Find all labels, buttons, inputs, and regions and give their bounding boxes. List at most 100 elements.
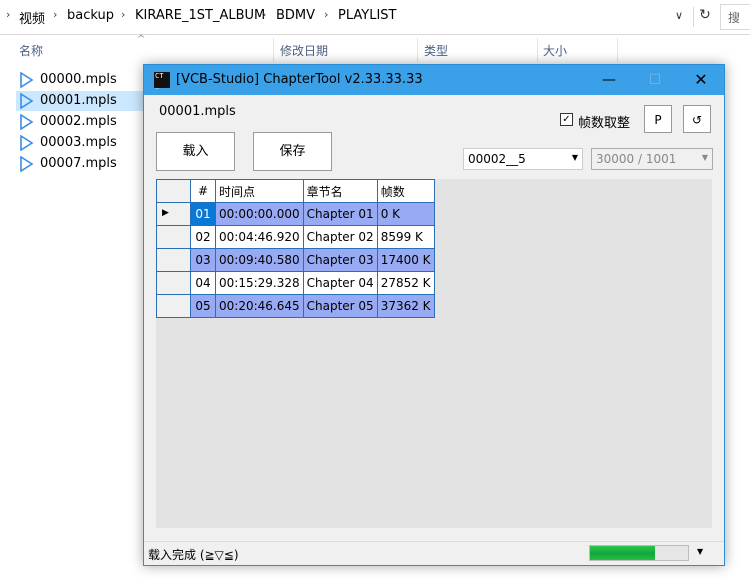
title-bar[interactable]: CT _ [VCB-Studio] ChapterTool v2.33.33.33… xyxy=(144,65,724,95)
breadcrumb-item[interactable]: backup xyxy=(67,8,114,23)
row-header-corner xyxy=(156,179,191,203)
breadcrumb-chevron-icon[interactable]: › xyxy=(53,8,57,21)
chevron-down-icon: ▼ xyxy=(571,153,578,162)
close-button[interactable]: ✕ xyxy=(678,65,724,95)
breadcrumb-item[interactable]: KIRARE_1ST_ALBUM xyxy=(135,8,265,23)
search-placeholder: 搜 xyxy=(728,11,741,25)
cell-index[interactable]: 02 xyxy=(190,225,216,249)
table-row[interactable]: 05 00:20:46.645 Chapter 05 37362 K xyxy=(156,294,435,318)
cell-time[interactable]: 00:15:29.328 xyxy=(215,271,304,295)
load-button[interactable]: 载入 xyxy=(156,132,235,171)
cell-chapter-name[interactable]: Chapter 02 xyxy=(302,225,378,249)
cell-chapter-name[interactable]: Chapter 05 xyxy=(302,294,378,318)
column-header-modified[interactable]: 修改日期 xyxy=(280,42,328,59)
status-text: 载入完成 (≧▽≦) xyxy=(148,548,239,562)
column-divider[interactable] xyxy=(617,38,618,62)
refresh-button[interactable]: ↺ xyxy=(683,105,711,133)
cell-time[interactable]: 00:00:00.000 xyxy=(215,202,304,226)
playlist-select[interactable]: 00002__5 ▼ xyxy=(463,148,583,170)
chevron-down-icon: ▼ xyxy=(701,153,708,162)
breadcrumb-chevron-icon[interactable]: › xyxy=(324,8,328,21)
cell-index[interactable]: 03 xyxy=(190,248,216,272)
app-icon: CT _ xyxy=(154,72,170,89)
cell-frames[interactable]: 8599 K xyxy=(376,225,435,249)
cell-chapter-name[interactable]: Chapter 03 xyxy=(302,248,378,272)
play-file-icon xyxy=(20,135,34,151)
cell-index[interactable]: 04 xyxy=(190,271,216,295)
app-icon-label: CT xyxy=(155,72,164,80)
framerate-select[interactable]: 30000 / 1001 ▼ xyxy=(591,148,713,170)
frame-round-checkbox[interactable]: ✓ 帧数取整 xyxy=(560,112,650,131)
loaded-file-label: 00001.mpls xyxy=(159,104,236,119)
play-file-icon xyxy=(20,72,34,88)
p-button[interactable]: P xyxy=(644,105,672,133)
cell-time[interactable]: 00:04:46.920 xyxy=(215,225,304,249)
table-header-row: # 时间点 章节名 帧数 xyxy=(156,179,435,203)
status-dropdown-icon[interactable]: ▼ xyxy=(697,547,703,556)
cell-chapter-name[interactable]: Chapter 04 xyxy=(302,271,378,295)
progress-bar-fill xyxy=(590,546,655,560)
cell-frames[interactable]: 27852 K xyxy=(376,271,435,295)
file-item-selected[interactable]: 00001.mpls xyxy=(16,91,144,111)
column-header-frames[interactable]: 帧数 xyxy=(376,179,435,203)
row-header[interactable] xyxy=(156,248,191,272)
cell-time[interactable]: 00:09:40.580 xyxy=(215,248,304,272)
file-item[interactable]: 00003.mpls xyxy=(16,133,144,153)
column-header-size[interactable]: 大小 xyxy=(543,42,567,59)
row-header[interactable]: ▶ xyxy=(156,202,191,226)
file-name: 00002.mpls xyxy=(40,114,117,129)
breadcrumb-item[interactable]: BDMV xyxy=(276,8,315,23)
file-name: 00003.mpls xyxy=(40,135,117,150)
breadcrumb-chevron-icon[interactable]: › xyxy=(262,8,266,21)
column-header-time[interactable]: 时间点 xyxy=(215,179,304,203)
chapter-table[interactable]: # 时间点 章节名 帧数 ▶ 01 00:00:00.000 Chapter 0… xyxy=(156,179,435,318)
search-input[interactable]: 搜 xyxy=(720,4,750,30)
maximize-button[interactable]: ☐ xyxy=(632,65,678,95)
save-button[interactable]: 保存 xyxy=(253,132,332,171)
table-row[interactable]: 04 00:15:29.328 Chapter 04 27852 K xyxy=(156,271,435,295)
column-divider[interactable] xyxy=(417,38,418,62)
file-item[interactable]: 00000.mpls xyxy=(16,70,144,90)
address-dropdown-icon[interactable]: ∨ xyxy=(675,9,683,22)
breadcrumb-item[interactable]: 视频 xyxy=(19,8,45,27)
row-header[interactable] xyxy=(156,225,191,249)
file-item[interactable]: 00007.mpls xyxy=(16,154,144,174)
checkbox-checked-icon[interactable]: ✓ xyxy=(560,113,573,126)
minimize-button[interactable]: — xyxy=(586,65,632,95)
chaptertool-window: CT _ [VCB-Studio] ChapterTool v2.33.33.33… xyxy=(143,64,725,566)
table-row[interactable]: 03 00:09:40.580 Chapter 03 17400 K xyxy=(156,248,435,272)
column-header-chapter-name[interactable]: 章节名 xyxy=(302,179,378,203)
play-file-icon xyxy=(20,93,34,109)
refresh-icon: ↺ xyxy=(691,113,703,127)
file-item[interactable]: 00002.mpls xyxy=(16,112,144,132)
cell-time[interactable]: 00:20:46.645 xyxy=(215,294,304,318)
file-name: 00000.mpls xyxy=(40,72,117,87)
framerate-select-value: 30000 / 1001 xyxy=(596,152,677,166)
cell-frames[interactable]: 17400 K xyxy=(376,248,435,272)
window-title: [VCB-Studio] ChapterTool v2.33.33.33 xyxy=(176,72,423,87)
cell-index[interactable]: 01 xyxy=(190,202,216,226)
breadcrumb-chevron-icon[interactable]: › xyxy=(121,8,125,21)
address-bar[interactable]: › 视频 › backup › KIRARE_1ST_ALBUM › BDMV … xyxy=(0,0,750,35)
status-bar: 载入完成 (≧▽≦) ▼ xyxy=(144,541,724,565)
cell-chapter-name[interactable]: Chapter 01 xyxy=(302,202,378,226)
row-header[interactable] xyxy=(156,294,191,318)
table-row[interactable]: ▶ 01 00:00:00.000 Chapter 01 0 K xyxy=(156,202,435,226)
column-divider[interactable] xyxy=(537,38,538,62)
breadcrumb-item[interactable]: PLAYLIST xyxy=(338,8,396,23)
cell-index[interactable]: 05 xyxy=(190,294,216,318)
column-header-type[interactable]: 类型 xyxy=(424,42,448,59)
file-name: 00007.mpls xyxy=(40,156,117,171)
row-header[interactable] xyxy=(156,271,191,295)
sort-up-icon: ^ xyxy=(137,34,146,45)
frame-round-label: 帧数取整 xyxy=(578,116,631,131)
breadcrumb-chevron-icon[interactable]: › xyxy=(6,8,10,21)
cell-frames[interactable]: 37362 K xyxy=(376,294,435,318)
refresh-icon[interactable]: ↻ xyxy=(693,7,716,27)
column-header-name[interactable]: 名称 xyxy=(19,42,43,59)
table-row[interactable]: 02 00:04:46.920 Chapter 02 8599 K xyxy=(156,225,435,249)
column-header-index[interactable]: # xyxy=(190,179,216,203)
column-divider[interactable] xyxy=(273,38,274,62)
current-row-arrow-icon: ▶ xyxy=(162,208,169,218)
cell-frames[interactable]: 0 K xyxy=(376,202,435,226)
